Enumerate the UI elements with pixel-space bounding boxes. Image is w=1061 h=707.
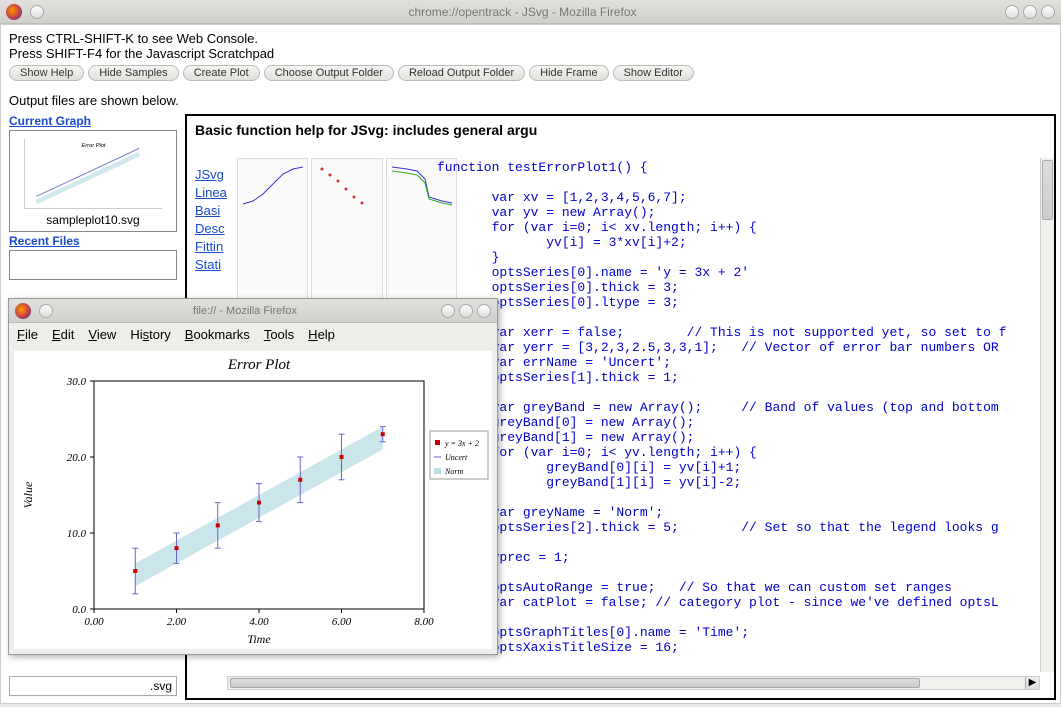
svg-text:Error Plot: Error Plot xyxy=(81,143,105,149)
firefox-icon xyxy=(15,303,31,319)
horizontal-scrollbar[interactable]: ▶ xyxy=(227,676,1040,690)
thumb-filename: sampleplot10.svg xyxy=(10,213,176,227)
svg-text:20.0: 20.0 xyxy=(67,452,87,464)
popup-maximize-button[interactable] xyxy=(459,304,473,318)
popup-minimize-button[interactable] xyxy=(441,304,455,318)
link-basi[interactable]: Basi xyxy=(195,202,235,220)
popup-titlebar: file:// - Mozilla Firefox xyxy=(9,299,497,323)
link-jsvg[interactable]: JSvg xyxy=(195,166,235,184)
help-line-2: Press SHIFT-F4 for the Javascript Scratc… xyxy=(9,46,1052,61)
svg-text:Value: Value xyxy=(21,481,35,508)
sample-charts-grid xyxy=(237,158,457,278)
menu-tools[interactable]: Tools xyxy=(264,327,294,342)
sample-chart-2[interactable] xyxy=(311,158,382,313)
svg-text:30.0: 30.0 xyxy=(66,376,87,388)
create-plot-button[interactable]: Create Plot xyxy=(183,65,260,81)
hscroll-thumb[interactable] xyxy=(230,678,920,688)
current-graph-thumb[interactable]: Error Plot sampleplot10.svg xyxy=(9,130,177,232)
link-linea[interactable]: Linea xyxy=(195,184,235,202)
vscroll-thumb[interactable] xyxy=(1042,160,1053,220)
reload-output-folder-button[interactable]: Reload Output Folder xyxy=(398,65,525,81)
help-text: Press CTRL-SHIFT-K to see Web Console. P… xyxy=(1,25,1060,63)
menu-file[interactable]: File xyxy=(17,327,38,342)
svg-text:4.00: 4.00 xyxy=(249,616,269,628)
show-help-button[interactable]: Show Help xyxy=(9,65,84,81)
close-button[interactable] xyxy=(1041,5,1055,19)
doc-title: Basic function help for JSvg: includes g… xyxy=(187,116,1054,144)
svg-text:Error Plot: Error Plot xyxy=(227,357,291,373)
minimize-button[interactable] xyxy=(1005,5,1019,19)
show-editor-button[interactable]: Show Editor xyxy=(613,65,694,81)
chart-svg: Error Plot 0.0 10.0 20.0 30.0 0.00 2.00 4.00 6.0… xyxy=(14,351,494,649)
hide-frame-button[interactable]: Hide Frame xyxy=(529,65,608,81)
menu-edit[interactable]: Edit xyxy=(52,327,74,342)
popup-title: file:// - Mozilla Firefox xyxy=(53,305,437,317)
main-titlebar: chrome://opentrack - JSvg - Mozilla Fire… xyxy=(0,0,1061,24)
svg-text:10.0: 10.0 xyxy=(67,528,87,540)
svg-text:2.00: 2.00 xyxy=(167,616,187,628)
svg-text:Norm: Norm xyxy=(444,467,463,476)
svg-text:y = 3x + 2: y = 3x + 2 xyxy=(444,439,479,448)
help-line-1: Press CTRL-SHIFT-K to see Web Console. xyxy=(9,31,1052,46)
menu-view[interactable]: View xyxy=(88,327,116,342)
code-block: function testErrorPlot1() { var xv = [1,… xyxy=(437,160,1036,670)
maximize-button[interactable] xyxy=(1023,5,1037,19)
vertical-scrollbar[interactable] xyxy=(1040,158,1054,672)
current-graph-heading[interactable]: Current Graph xyxy=(9,114,177,128)
sample-chart-1[interactable] xyxy=(237,158,308,313)
recent-files-heading[interactable]: Recent Files xyxy=(9,234,177,248)
firefox-icon xyxy=(6,4,22,20)
svg-text:0.00: 0.00 xyxy=(84,616,104,628)
filename-input[interactable] xyxy=(9,676,177,696)
scroll-right-arrow[interactable]: ▶ xyxy=(1025,677,1039,689)
toolbar: Show Help Hide Samples Create Plot Choos… xyxy=(1,63,1060,85)
file-input-row xyxy=(9,676,177,696)
popup-window: file:// - Mozilla Firefox File Edit View… xyxy=(8,298,498,655)
recent-file-thumb[interactable] xyxy=(9,250,177,280)
output-label: Output files are shown below. xyxy=(1,85,1060,114)
menu-help[interactable]: Help xyxy=(308,327,335,342)
link-desc[interactable]: Desc xyxy=(195,220,235,238)
menu-circle-icon[interactable] xyxy=(30,5,44,19)
popup-menubar: File Edit View History Bookmarks Tools H… xyxy=(9,323,497,346)
left-sidebar: Current Graph Error Plot sampleplot10.sv… xyxy=(9,114,177,282)
svg-text:Uncert: Uncert xyxy=(445,453,468,462)
window-title: chrome://opentrack - JSvg - Mozilla Fire… xyxy=(44,5,1001,19)
popup-close-button[interactable] xyxy=(477,304,491,318)
error-plot: Error Plot 0.0 10.0 20.0 30.0 0.00 2.00 4.00 6.0… xyxy=(13,350,493,650)
menu-history[interactable]: History xyxy=(130,327,170,342)
popup-menu-icon[interactable] xyxy=(39,304,53,318)
link-stati[interactable]: Stati xyxy=(195,256,235,274)
svg-text:Time: Time xyxy=(247,632,271,646)
svg-text:0.0: 0.0 xyxy=(72,604,86,616)
menu-bookmarks[interactable]: Bookmarks xyxy=(185,327,250,342)
svg-text:8.00: 8.00 xyxy=(414,616,434,628)
doc-links: JSvg Linea Basi Desc Fittin Stati xyxy=(195,166,235,274)
choose-output-folder-button[interactable]: Choose Output Folder xyxy=(264,65,394,81)
link-fittin[interactable]: Fittin xyxy=(195,238,235,256)
hide-samples-button[interactable]: Hide Samples xyxy=(88,65,178,81)
svg-text:6.00: 6.00 xyxy=(332,616,352,628)
